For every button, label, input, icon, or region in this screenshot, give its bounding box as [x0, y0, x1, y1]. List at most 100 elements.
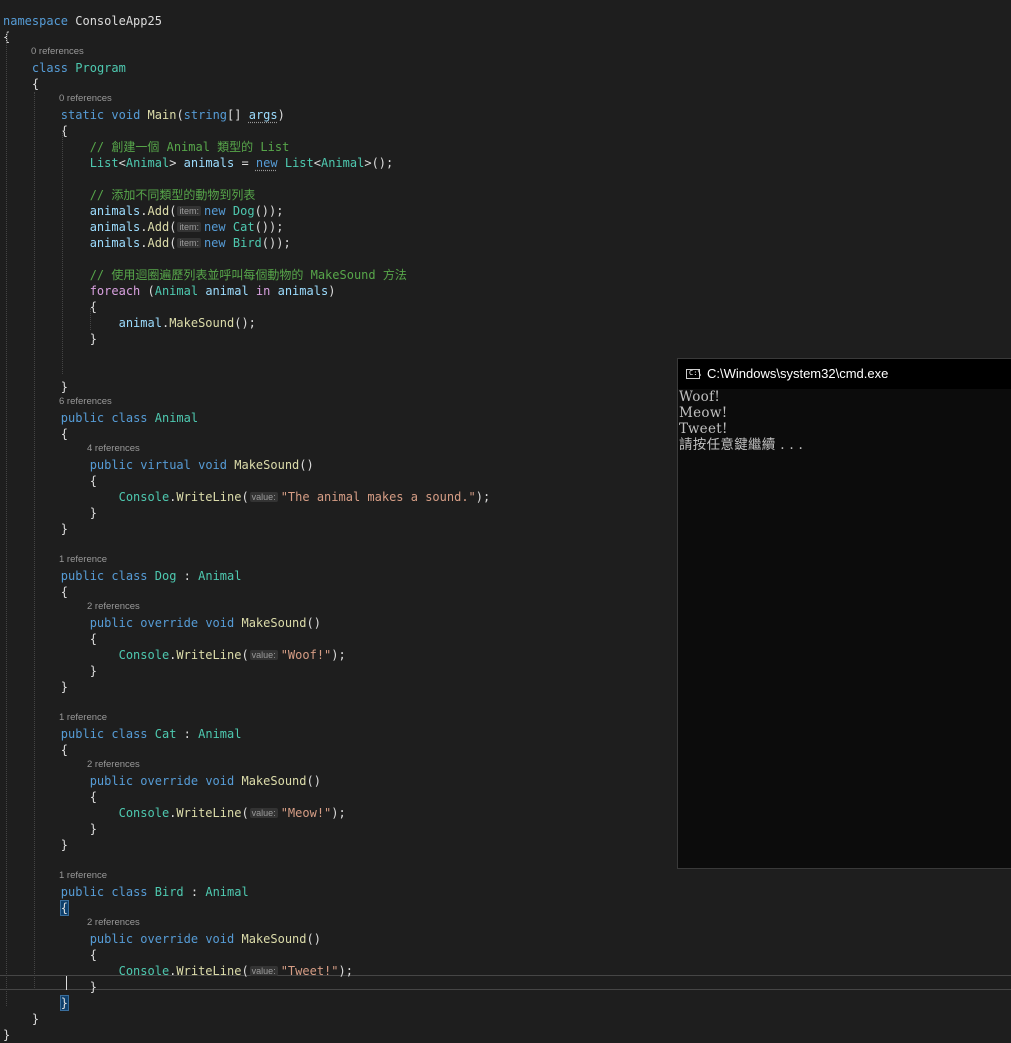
code-line[interactable]: public class Dog : Animal — [3, 568, 242, 584]
code-token: ); — [338, 964, 353, 978]
code-line[interactable]: class Program — [3, 60, 126, 76]
console-titlebar[interactable]: C:\ C:\Windows\system32\cmd.exe — [678, 359, 1011, 389]
code-token: Program — [75, 61, 126, 75]
code-line[interactable]: { — [3, 631, 97, 647]
code-line[interactable]: // 添加不同類型的動物到列表 — [3, 187, 256, 203]
code-line[interactable]: namespace ConsoleApp25 — [3, 13, 162, 29]
code-line[interactable]: { — [3, 947, 97, 963]
code-token: override — [140, 932, 199, 946]
code-line[interactable]: { — [3, 473, 97, 489]
code-comment: // 使用迴圈遍歷列表並呼叫每個動物的 MakeSound 方法 — [89, 268, 407, 282]
indent-guide — [90, 308, 91, 330]
code-token: [] — [227, 108, 249, 122]
code-line[interactable]: { — [3, 123, 68, 139]
code-token: void — [205, 932, 235, 946]
code-token: ()); — [254, 204, 284, 218]
code-line[interactable]: { — [3, 742, 68, 758]
code-line[interactable]: { — [3, 299, 97, 315]
codelens-references[interactable]: 1 reference — [59, 870, 107, 882]
code-line[interactable]: } — [3, 663, 97, 679]
code-line[interactable]: } — [3, 1027, 10, 1043]
codelens-references[interactable]: 1 reference — [59, 712, 107, 724]
text-caret — [66, 976, 67, 990]
code-line[interactable]: foreach (Animal animal in animals) — [3, 283, 336, 299]
code-line[interactable]: } — [3, 505, 97, 521]
code-token: Bird — [232, 236, 262, 250]
code-line[interactable]: } — [3, 331, 97, 347]
code-token: animals — [183, 156, 235, 170]
code-line[interactable]: public class Cat : Animal — [3, 726, 242, 742]
code-line[interactable]: Console.WriteLine(value: "The animal make… — [3, 489, 491, 505]
codelens-references[interactable]: 0 references — [59, 93, 112, 105]
code-token: { — [3, 427, 69, 441]
code-token: WriteLine — [176, 490, 242, 504]
code-token: Cat — [154, 727, 177, 741]
code-line[interactable]: public override void MakeSound() — [3, 773, 321, 789]
codelens-references[interactable]: 2 references — [87, 601, 140, 613]
code-line[interactable]: animals.Add(item: new Dog()); — [3, 203, 284, 219]
code-line[interactable]: public class Bird : Animal — [3, 884, 249, 900]
code-line[interactable]: static void Main(string[] args) — [3, 107, 285, 123]
code-line[interactable]: } — [3, 979, 97, 995]
code-token: ( — [169, 220, 177, 234]
code-line[interactable]: } — [3, 1011, 39, 1027]
codelens-references[interactable]: 0 references — [31, 46, 84, 58]
code-line[interactable]: public virtual void MakeSound() — [3, 457, 314, 473]
code-line[interactable]: public override void MakeSound() — [3, 931, 321, 947]
code-line[interactable]: Console.WriteLine(value: "Woof!"); — [3, 647, 346, 663]
codelens-references[interactable]: 2 references — [87, 759, 140, 771]
code-token: ( — [241, 490, 249, 504]
code-line[interactable]: Console.WriteLine(value: "Tweet!"); — [3, 963, 353, 979]
code-token: : — [183, 885, 206, 899]
code-line[interactable]: { — [3, 426, 68, 442]
console-window[interactable]: C:\ C:\Windows\system32\cmd.exe Woof! Meo… — [677, 358, 1011, 869]
code-token: Bird — [154, 885, 184, 899]
code-line[interactable]: animals.Add(item: new Cat()); — [3, 219, 284, 235]
console-icon-label: C:\ — [689, 369, 702, 377]
code-token: ()); — [261, 236, 291, 250]
inlay-hint: item: — [177, 222, 201, 232]
codelens-references[interactable]: 6 references — [59, 396, 112, 408]
code-line[interactable]: } — [3, 379, 68, 395]
codelens-references[interactable]: 2 references — [87, 917, 140, 929]
code-token: ( — [140, 284, 155, 298]
code-line[interactable]: { — [3, 584, 68, 600]
code-line[interactable]: animal.MakeSound(); — [3, 315, 256, 331]
code-token: < — [313, 156, 321, 170]
code-token: () — [306, 932, 321, 946]
codelens-references[interactable]: 1 reference — [59, 554, 107, 566]
code-line[interactable]: animals.Add(item: new Bird()); — [3, 235, 291, 251]
code-token: } — [3, 838, 69, 852]
codelens-references[interactable]: 4 references — [87, 443, 140, 455]
code-line[interactable]: } — [3, 837, 68, 853]
code-line[interactable]: Console.WriteLine(value: "Meow!"); — [3, 805, 346, 821]
code-token: >(); — [364, 156, 394, 170]
code-line[interactable]: { — [3, 76, 39, 92]
code-token: { — [59, 900, 70, 916]
code-token: Animal — [198, 569, 242, 583]
code-token: Dog — [232, 204, 255, 218]
code-line[interactable]: { — [3, 900, 70, 916]
code-line[interactable]: } — [3, 521, 68, 537]
code-line[interactable]: { — [3, 789, 97, 805]
code-line[interactable]: public class Animal — [3, 410, 198, 426]
code-line[interactable]: } — [3, 821, 97, 837]
code-line[interactable]: } — [3, 995, 70, 1011]
code-line[interactable]: public override void MakeSound() — [3, 615, 321, 631]
code-token: : — [176, 727, 199, 741]
code-line[interactable]: } — [3, 679, 68, 695]
code-line[interactable]: // 使用迴圈遍歷列表並呼叫每個動物的 MakeSound 方法 — [3, 267, 407, 283]
code-line[interactable]: // 創建一個 Animal 類型的 List — [3, 139, 290, 155]
code-token: } — [3, 664, 97, 678]
